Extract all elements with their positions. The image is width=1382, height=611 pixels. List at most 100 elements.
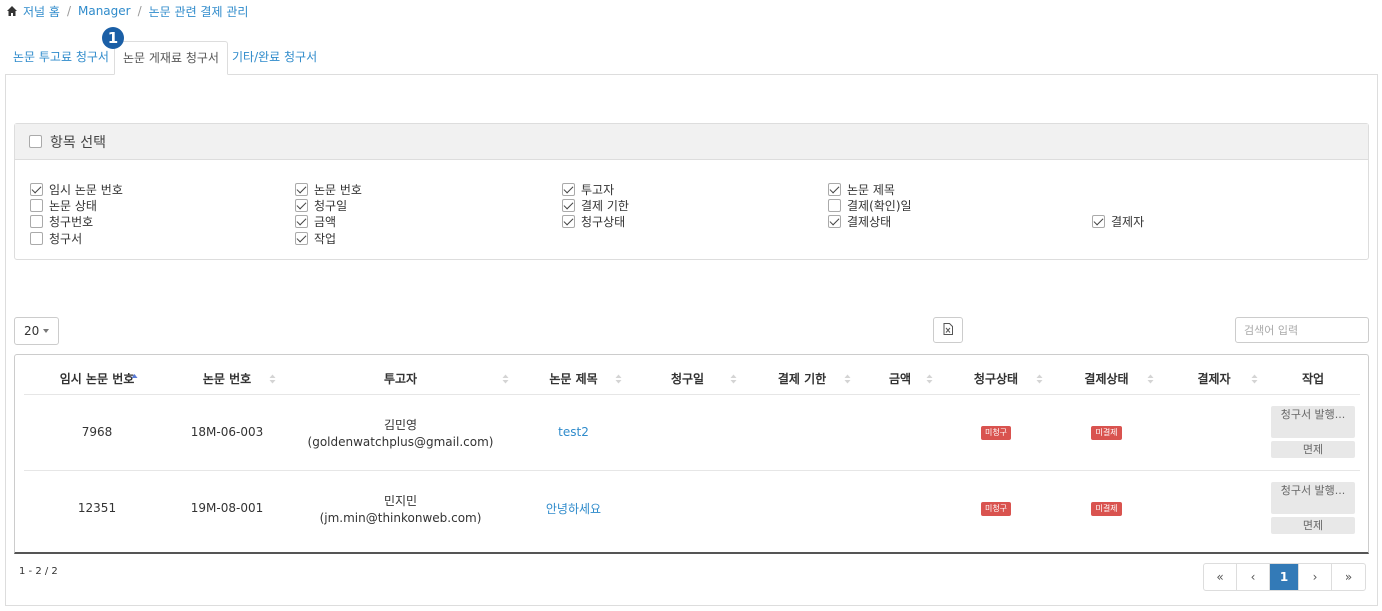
column-option[interactable]: 투고자	[562, 181, 614, 197]
column-header[interactable]: 청구상태	[941, 364, 1051, 395]
column-option-checkbox[interactable]	[1092, 214, 1105, 228]
sort-unsorted-icon[interactable]	[1251, 373, 1258, 385]
search-input[interactable]	[1235, 317, 1369, 343]
breadcrumb-home-link[interactable]: 저널 홈	[23, 3, 60, 20]
column-header-label: 결제 기한	[777, 372, 827, 387]
column-header[interactable]: 투고자	[284, 364, 517, 395]
cell-title: 안녕하세요	[517, 470, 630, 546]
pagination-last[interactable]: »	[1332, 564, 1365, 590]
column-header-label: 금액	[888, 372, 912, 387]
cell-due-date	[745, 470, 859, 546]
pagination-next[interactable]: ›	[1299, 564, 1332, 590]
paper-title-link[interactable]: test2	[558, 425, 589, 439]
breadcrumb-current[interactable]: 논문 관련 결제 관리	[149, 3, 249, 20]
column-option-checkbox[interactable]	[828, 214, 841, 228]
issue-invoice-button[interactable]: 청구서 발행...	[1271, 406, 1355, 438]
sort-unsorted-icon[interactable]	[844, 373, 851, 385]
tab-publication-fee[interactable]: 논문 게재료 청구서	[114, 41, 228, 75]
column-header[interactable]: 결제상태	[1051, 364, 1162, 395]
cell-paper-no: 19M-08-001	[190, 501, 264, 516]
column-option[interactable]: 청구상태	[562, 213, 625, 229]
column-option-checkbox[interactable]	[295, 198, 308, 212]
column-header-label: 결제자	[1197, 372, 1231, 387]
cell-author: 민지민 (jm.min@thinkonweb.com)	[284, 470, 517, 546]
column-option[interactable]: 논문 상태	[30, 197, 97, 213]
select-all-checkbox[interactable]	[29, 135, 42, 148]
column-option-label: 결제상태	[847, 214, 892, 229]
billing-table-container: 임시 논문 번호 논문 번호 투고자 논문 제목 청구일 결제 기한 금액 청구상태 결제상태 결…	[14, 354, 1369, 554]
sort-unsorted-icon[interactable]	[1147, 373, 1154, 385]
column-header[interactable]: 결제자	[1162, 364, 1266, 395]
sort-unsorted-icon[interactable]	[730, 373, 737, 385]
column-header[interactable]: 결제 기한	[745, 364, 859, 395]
waive-button[interactable]: 면제	[1271, 517, 1355, 535]
breadcrumb-manager-link[interactable]: Manager	[78, 4, 131, 18]
column-option[interactable]: 결제상태	[828, 213, 891, 229]
author-name: 김민영	[383, 417, 418, 432]
column-option-checkbox[interactable]	[30, 214, 43, 228]
column-option[interactable]: 결제자	[1092, 213, 1144, 229]
column-option-checkbox[interactable]	[295, 214, 308, 228]
sort-unsorted-icon[interactable]	[926, 373, 933, 385]
column-header-label: 결제상태	[1084, 372, 1129, 387]
pagination: « ‹ 1 › »	[1203, 563, 1366, 591]
waive-button[interactable]: 면제	[1271, 441, 1355, 458]
column-header[interactable]: 임시 논문 번호	[24, 364, 170, 395]
column-option-checkbox[interactable]	[30, 198, 43, 212]
column-option[interactable]: 논문 제목	[828, 181, 895, 197]
column-option[interactable]: 금액	[295, 213, 336, 229]
column-header[interactable]: 금액	[859, 364, 941, 395]
column-option-checkbox[interactable]	[562, 182, 575, 196]
sort-ascending-icon[interactable]	[131, 373, 138, 385]
sort-unsorted-icon[interactable]	[615, 373, 622, 385]
cell-billing-date	[630, 394, 745, 471]
sort-unsorted-icon[interactable]	[1036, 373, 1043, 385]
column-option[interactable]: 작업	[295, 230, 336, 246]
author-email: (jm.min@thinkonweb.com)	[319, 510, 482, 525]
pagination-page-current[interactable]: 1	[1270, 564, 1299, 590]
table-row: 7968 18M-06-003 김민영 (goldenwatchplus@gmail.…	[24, 394, 1360, 471]
sort-unsorted-icon[interactable]	[502, 373, 509, 385]
column-header[interactable]: 논문 번호	[170, 364, 284, 395]
cell-payer	[1162, 470, 1266, 546]
pagination-first[interactable]: «	[1204, 564, 1237, 590]
issue-invoice-button[interactable]: 청구서 발행...	[1271, 482, 1355, 515]
column-option-checkbox[interactable]	[295, 182, 308, 196]
column-option[interactable]: 논문 번호	[295, 181, 362, 197]
breadcrumb-separator: /	[137, 4, 142, 18]
column-option[interactable]: 청구번호	[30, 213, 93, 229]
paper-title-link[interactable]: 안녕하세요	[546, 502, 601, 516]
column-option-checkbox[interactable]	[562, 198, 575, 212]
column-header[interactable]: 청구일	[630, 364, 745, 395]
author-email: (goldenwatchplus@gmail.com)	[307, 434, 494, 449]
column-option-label: 결제 기한	[581, 198, 629, 213]
column-option[interactable]: 결제 기한	[562, 197, 629, 213]
column-option[interactable]: 청구서	[30, 230, 82, 246]
column-option-checkbox[interactable]	[828, 182, 841, 196]
column-option-checkbox[interactable]	[30, 182, 43, 196]
column-option[interactable]: 청구일	[295, 197, 347, 213]
column-selector-header: 항목 선택	[15, 124, 1368, 160]
home-icon[interactable]	[6, 5, 18, 17]
column-option-label: 투고자	[581, 182, 615, 197]
caret-down-icon	[43, 329, 50, 333]
column-header: 작업	[1266, 364, 1360, 395]
column-option-label: 결제(확인)일	[847, 198, 912, 213]
tab-submission-fee[interactable]: 논문 투고료 청구서	[5, 41, 117, 75]
cell-actions: 청구서 발행... 면제	[1266, 470, 1360, 546]
column-option[interactable]: 결제(확인)일	[828, 197, 912, 213]
page-size-dropdown[interactable]: 20	[14, 317, 59, 345]
billing-table: 임시 논문 번호 논문 번호 투고자 논문 제목 청구일 결제 기한 금액 청구상태 결제상태 결…	[24, 364, 1360, 546]
export-excel-button[interactable]	[933, 317, 963, 343]
column-header[interactable]: 논문 제목	[517, 364, 630, 395]
column-option-checkbox[interactable]	[30, 231, 43, 245]
tab-other-completed[interactable]: 기타/완료 청구서	[224, 41, 325, 75]
column-option-checkbox[interactable]	[295, 231, 308, 245]
column-header-label: 투고자	[383, 372, 418, 387]
column-option-checkbox[interactable]	[562, 214, 575, 228]
column-option-checkbox[interactable]	[828, 198, 841, 212]
column-header-label: 청구일	[670, 372, 705, 387]
pagination-prev[interactable]: ‹	[1237, 564, 1270, 590]
column-option[interactable]: 임시 논문 번호	[30, 181, 123, 197]
sort-unsorted-icon[interactable]	[269, 373, 276, 385]
